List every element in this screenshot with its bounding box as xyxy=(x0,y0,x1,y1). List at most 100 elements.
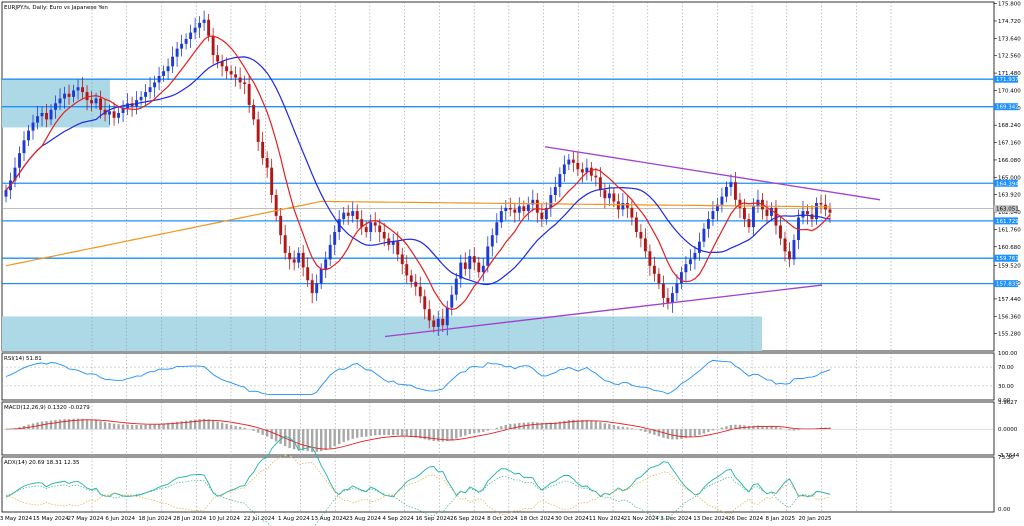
macd-bar xyxy=(270,429,273,440)
candle-body xyxy=(27,130,30,141)
candle-body xyxy=(270,167,274,195)
x-tick-label: 3 May 2024 xyxy=(0,516,33,522)
candle-body xyxy=(234,74,238,78)
macd-bar xyxy=(693,429,697,437)
macd-bar xyxy=(121,424,125,430)
candle-body xyxy=(180,43,184,49)
rsi-tick-label: 70.00 xyxy=(998,365,1014,371)
macd-bar xyxy=(707,429,710,432)
macd-bar xyxy=(738,424,742,430)
candle-body xyxy=(571,159,575,163)
candle-body xyxy=(265,158,269,168)
candle-body xyxy=(562,164,566,175)
candle-body xyxy=(58,98,62,104)
macd-bar xyxy=(328,429,332,449)
candle-body xyxy=(477,262,481,273)
macd-bar xyxy=(319,429,323,452)
candle-body xyxy=(288,252,292,260)
eurjpy-chart: 3 May 2024 15 May 202427 May 2024 6 Jun 20… xyxy=(0,1,1021,526)
candle-body xyxy=(99,98,103,110)
macd-bar xyxy=(85,419,89,430)
candle-body xyxy=(247,84,251,105)
candle-body xyxy=(441,318,445,326)
candle-body xyxy=(513,209,517,213)
macd-bar xyxy=(99,421,102,430)
panel-main xyxy=(1,1,995,352)
macd-bar xyxy=(725,426,728,430)
candle-body xyxy=(31,122,35,131)
x-tick-label: 18 Oct 2024 xyxy=(520,516,555,522)
candle-body xyxy=(679,272,683,284)
candle-body xyxy=(216,55,220,62)
candle-body xyxy=(274,194,278,216)
candle-body xyxy=(828,209,832,213)
candle-body xyxy=(40,112,44,117)
candle-body xyxy=(508,207,512,210)
x-tick-label: 8 Oct 2024 xyxy=(487,516,518,522)
panel-adx xyxy=(1,456,995,513)
candle-body xyxy=(225,66,229,72)
candle-body xyxy=(486,246,490,266)
candle-body xyxy=(139,96,143,101)
level-label: 159.761 xyxy=(996,256,1019,262)
candle-body xyxy=(256,119,260,142)
macd-bar xyxy=(729,424,733,430)
candle-body xyxy=(630,207,634,218)
y-tick-label: 175.800 xyxy=(998,2,1021,8)
macd-bar xyxy=(450,429,453,441)
candle-body xyxy=(576,162,580,170)
candle-body xyxy=(301,252,305,268)
macd-bar xyxy=(360,429,363,438)
macd-bar xyxy=(405,429,408,437)
macd-bar xyxy=(338,429,341,445)
x-tick-label: 8 Jan 2025 xyxy=(766,516,796,522)
candle-body xyxy=(306,267,310,281)
macd-bar xyxy=(468,429,471,435)
macd-bar xyxy=(432,429,435,442)
y-tick-label: 170.400 xyxy=(998,88,1021,94)
candle-body xyxy=(148,87,152,93)
candle-body xyxy=(351,211,355,216)
candle-body xyxy=(648,251,652,266)
x-tick-label: 28 Jun 2024 xyxy=(173,516,207,522)
macd-bar xyxy=(139,424,143,430)
candle-body xyxy=(675,283,679,294)
candle-body xyxy=(702,228,706,242)
candle-body xyxy=(283,235,287,253)
level-label: 171.937 xyxy=(996,77,1019,83)
macd-bar xyxy=(626,427,629,430)
candle-body xyxy=(567,159,571,165)
level-label: 169.342 xyxy=(996,105,1019,111)
panel-rsi xyxy=(1,352,995,401)
macd-bar xyxy=(455,429,458,439)
candle-body xyxy=(432,320,436,327)
candle-body xyxy=(819,203,823,205)
candle-body xyxy=(409,275,413,282)
x-tick-label: 15 May 2024 xyxy=(33,516,69,522)
candle-body xyxy=(324,259,328,269)
macd-bar xyxy=(459,429,462,437)
candle-body xyxy=(382,231,386,239)
candle-body xyxy=(697,241,701,253)
candle-body xyxy=(661,283,665,298)
macd-bar xyxy=(126,424,129,430)
candle-body xyxy=(504,207,508,212)
candle-body xyxy=(238,77,242,83)
macd-bar xyxy=(229,424,233,430)
candle-body xyxy=(198,22,202,28)
candle-body xyxy=(76,87,80,91)
macd-bar xyxy=(657,429,661,437)
candle-body xyxy=(634,217,638,232)
candle-body xyxy=(229,71,233,75)
macd-bar xyxy=(401,429,404,436)
candle-body xyxy=(202,19,206,23)
candle-body xyxy=(45,112,48,120)
candle-body xyxy=(418,286,422,297)
macd-bar xyxy=(482,429,485,432)
macd-bar xyxy=(531,422,535,430)
macd-bar xyxy=(45,421,48,430)
candle-body xyxy=(688,259,692,265)
macd-bar xyxy=(374,429,377,436)
candle-body xyxy=(396,241,400,255)
y-tick-label: 161.760 xyxy=(998,227,1021,233)
